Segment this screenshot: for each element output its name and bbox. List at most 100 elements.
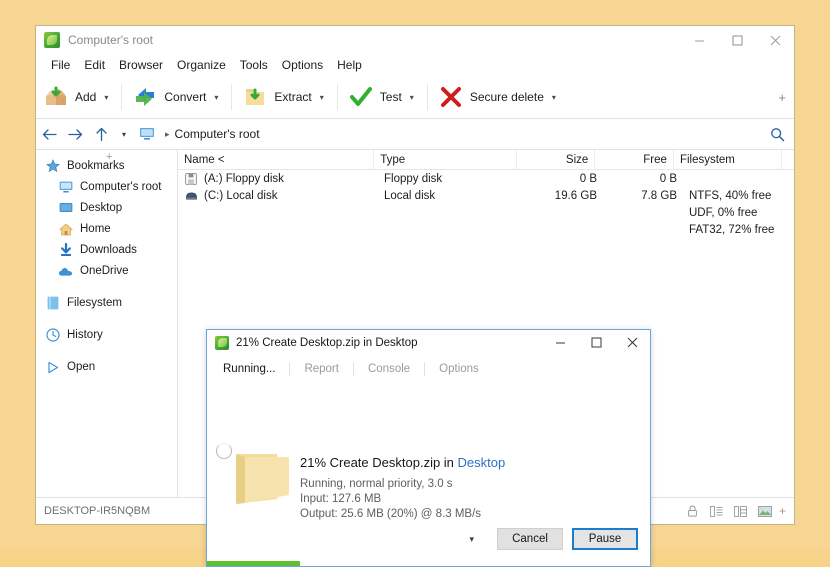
secure-delete-x-icon (439, 85, 463, 109)
row-size-cell: 19.6 GB (523, 187, 603, 204)
hard-disk-icon (184, 189, 198, 203)
search-magnifier-icon[interactable] (760, 127, 794, 142)
sidebar-label: OneDrive (80, 265, 129, 277)
toolbar-divider (231, 84, 232, 110)
column-header-size[interactable]: Size (517, 150, 596, 169)
sidebar-item-desktop[interactable]: Desktop (36, 199, 177, 217)
dialog-input-line: Input: 127.6 MB (300, 492, 505, 507)
desktop-background: Computer's root File Edit Browser Organi… (0, 0, 830, 549)
details-view-icon[interactable] (729, 501, 753, 521)
computer-icon (58, 180, 73, 195)
row-type-cell (378, 204, 523, 221)
row-size-cell: 0 B (523, 170, 603, 187)
menu-browser[interactable]: Browser (112, 56, 170, 74)
floppy-disk-icon (184, 172, 198, 186)
column-header-name[interactable]: Name < (178, 150, 374, 169)
toolbar-divider (337, 84, 338, 110)
close-icon[interactable] (756, 26, 794, 54)
list-view-icon[interactable] (705, 501, 729, 521)
toolbar-test-button[interactable]: Test ▾ (341, 77, 424, 117)
sidebar-label: Bookmarks (67, 160, 125, 172)
row-name-text: (C:) Local disk (204, 190, 278, 202)
clock-icon (45, 328, 60, 343)
maximize-icon[interactable] (718, 26, 756, 54)
toolbar-secure-delete-label: Secure delete (470, 90, 544, 104)
menu-help[interactable]: Help (330, 56, 369, 74)
sidebar-label: Desktop (80, 202, 122, 214)
status-add-icon[interactable]: + (777, 504, 786, 518)
toolbar-convert-caret[interactable]: ▾ (214, 93, 218, 102)
thumbnail-view-icon[interactable] (753, 501, 777, 521)
menu-options[interactable]: Options (275, 56, 330, 74)
row-filesystem-cell: NTFS, 40% free (683, 187, 793, 204)
dialog-more-options-caret[interactable]: ▾ (469, 534, 474, 545)
toolbar-divider (121, 84, 122, 110)
column-header-type[interactable]: Type (374, 150, 516, 169)
dialog-tabs: Running... Report Console Options (207, 355, 650, 383)
row-filesystem-cell: FAT32, 72% free (683, 221, 793, 238)
sidebar-item-open[interactable]: Open (36, 358, 177, 376)
table-row[interactable]: FAT32, 72% free (178, 221, 794, 238)
sidebar-item-downloads[interactable]: Downloads (36, 241, 177, 259)
minimize-icon[interactable] (680, 26, 718, 54)
tab-report[interactable]: Report (290, 362, 354, 376)
tab-console[interactable]: Console (354, 362, 425, 376)
computer-icon[interactable] (134, 120, 160, 148)
add-box-icon (44, 85, 68, 109)
breadcrumb-path[interactable]: Computer's root (175, 127, 260, 141)
forward-arrow-icon[interactable] (62, 120, 88, 148)
cancel-button[interactable]: Cancel (497, 528, 563, 550)
toolbar-add-button[interactable]: Add ▾ (36, 77, 118, 117)
sidebar-item-onedrive[interactable]: OneDrive (36, 262, 177, 280)
tab-running[interactable]: Running... (219, 362, 290, 376)
table-row[interactable]: (C:) Local disk Local disk 19.6 GB 7.8 G… (178, 187, 794, 204)
tab-options[interactable]: Options (425, 362, 493, 376)
row-type-cell (378, 221, 523, 238)
toolbar-convert-button[interactable]: Convert ▾ (125, 77, 228, 117)
toolbar-add-label: Add (75, 90, 96, 104)
toolbar-secure-delete-button[interactable]: Secure delete ▾ (431, 77, 566, 117)
filesystem-icon (45, 296, 60, 311)
toolbar-extract-caret[interactable]: ▾ (320, 93, 324, 102)
sidebar-item-computers-root[interactable]: Computer's root (36, 178, 177, 196)
column-header-free[interactable]: Free (595, 150, 674, 169)
toolbar-divider (427, 84, 428, 110)
download-icon (58, 243, 73, 258)
table-row[interactable]: (A:) Floppy disk Floppy disk 0 B 0 B (178, 170, 794, 187)
column-header-filesystem[interactable]: Filesystem (674, 150, 782, 169)
add-bookmark-plus-icon[interactable]: + (106, 151, 112, 163)
history-dropdown-caret[interactable]: ▾ (114, 120, 134, 148)
sidebar-item-history[interactable]: History (36, 326, 177, 344)
menu-organize[interactable]: Organize (170, 56, 233, 74)
minimize-icon[interactable] (542, 330, 578, 355)
row-type-cell: Local disk (378, 187, 523, 204)
toolbar-test-caret[interactable]: ▾ (410, 93, 414, 102)
sidebar-item-filesystem[interactable]: Filesystem (36, 294, 177, 312)
row-name-cell: (A:) Floppy disk (178, 170, 378, 187)
close-icon[interactable] (614, 330, 650, 355)
toolbar-secure-delete-caret[interactable]: ▾ (552, 93, 556, 102)
back-arrow-icon[interactable] (36, 120, 62, 148)
row-type-cell: Floppy disk (378, 170, 523, 187)
maximize-icon[interactable] (578, 330, 614, 355)
toolbar-overflow-plus-icon[interactable]: + (778, 90, 786, 105)
dialog-heading-location[interactable]: Desktop (458, 455, 506, 470)
sidebar-label: Home (80, 223, 111, 235)
up-arrow-icon[interactable] (88, 120, 114, 148)
progress-dialog: 21% Create Desktop.zip in Desktop (206, 329, 651, 567)
progress-bar (207, 561, 650, 566)
column-header-spare[interactable] (782, 150, 794, 169)
toolbar-extract-button[interactable]: Extract ▾ (235, 77, 333, 117)
menu-tools[interactable]: Tools (233, 56, 275, 74)
dialog-heading: 21% Create Desktop.zip in Desktop (300, 455, 505, 470)
table-row[interactable]: UDF, 0% free (178, 204, 794, 221)
menu-edit[interactable]: Edit (77, 56, 112, 74)
toolbar-extract-label: Extract (274, 90, 311, 104)
pause-button[interactable]: Pause (572, 528, 638, 550)
menu-file[interactable]: File (44, 56, 77, 74)
loading-spinner-icon (216, 443, 232, 459)
dialog-title: 21% Create Desktop.zip in Desktop (236, 337, 542, 349)
sidebar-item-home[interactable]: Home (36, 220, 177, 238)
toolbar-add-caret[interactable]: ▾ (104, 93, 108, 102)
lock-icon[interactable] (681, 501, 705, 521)
